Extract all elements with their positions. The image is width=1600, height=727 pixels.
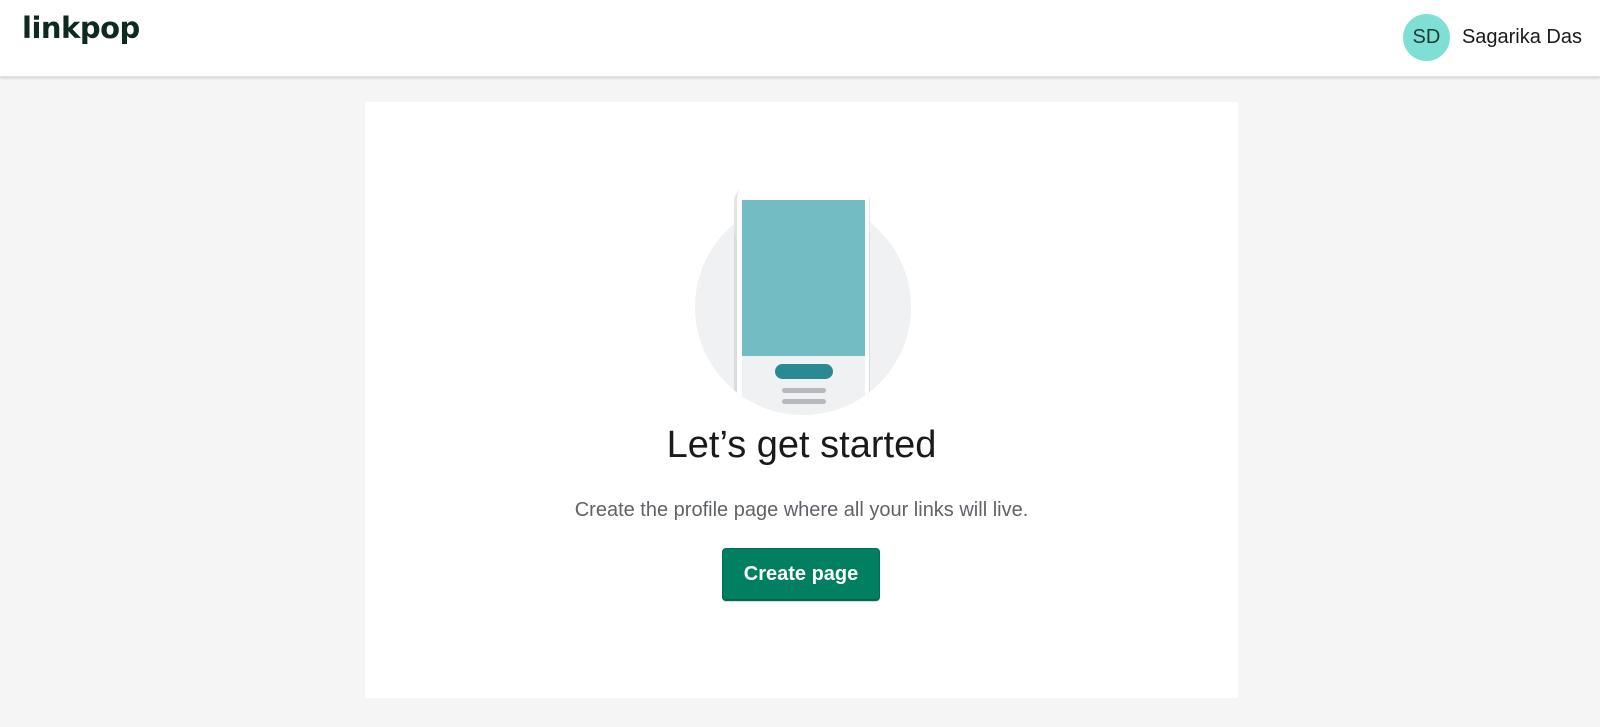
user-menu[interactable]: SD Sagarika Das xyxy=(1402,14,1582,61)
page-title: Let’s get started xyxy=(666,424,937,466)
page-subtitle: Create the profile page where all your l… xyxy=(574,499,1029,521)
get-started-card: Let’s get started Create the profile pag… xyxy=(365,102,1238,698)
avatar[interactable]: SD xyxy=(1402,14,1450,61)
create-page-button[interactable]: Create page xyxy=(722,548,880,601)
linkpop-logo[interactable]: linkpop xyxy=(22,14,140,43)
top-bar: linkpop SD Sagarika Das xyxy=(0,0,1600,77)
logo-text: linkpop xyxy=(22,11,140,45)
user-name[interactable]: Sagarika Das xyxy=(1462,26,1582,49)
phone-profile-illustration-icon xyxy=(693,184,912,422)
avatar-initials: SD xyxy=(1412,26,1441,48)
create-page-button-label: Create page xyxy=(743,563,859,585)
